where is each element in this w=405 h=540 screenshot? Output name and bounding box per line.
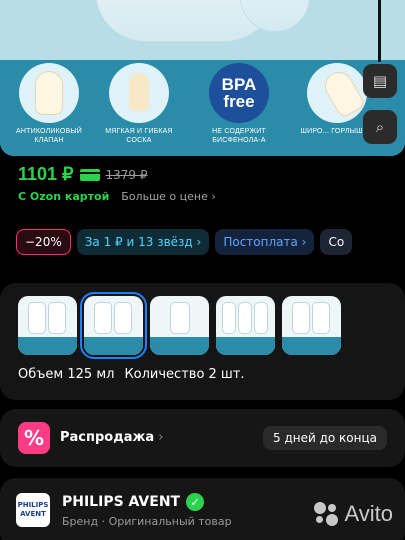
price-old: 1379 ₽ (105, 167, 148, 182)
valve-icon (19, 63, 79, 123)
free-label: free (223, 92, 255, 111)
logo-line-2: AVENT (20, 510, 46, 518)
brand-subtitle: Бренд · Оригинальный товар (62, 515, 232, 528)
price-row: 1101 ₽ 1379 ₽ (18, 164, 148, 185)
avito-watermark: Avito (312, 500, 393, 528)
variant-thumb-selected[interactable] (80, 292, 147, 359)
feature-bpa-free: BPA free НЕ СОДЕРЖИТ БИСФЕНОЛА-А (194, 63, 284, 145)
ozon-card-label: С Ozon картой (18, 190, 110, 203)
price-subline: С Ozon картой Больше о цене › (18, 190, 216, 203)
bottle-neck-icon (307, 63, 367, 123)
variant-thumb[interactable] (282, 296, 341, 355)
sale-title-text: Распродажа (60, 430, 155, 445)
logo-line-1: PHILIPS (17, 501, 49, 509)
verified-icon: ✓ (186, 493, 205, 511)
brand-name[interactable]: PHILIPS AVENT ✓ (62, 493, 205, 511)
bpa-label: BPA (221, 75, 257, 94)
teat-icon (109, 63, 169, 123)
price-current: 1101 ₽ (18, 164, 74, 184)
variant-thumb[interactable] (18, 296, 77, 355)
book-icon[interactable]: ▤ (363, 64, 397, 98)
feature-soft-teat: МЯГКАЯ И ГИБКАЯ СОСКА (94, 63, 184, 145)
more-about-price-link[interactable]: Больше о цене › (121, 190, 215, 203)
feature-caption: МЯГКАЯ И ГИБКАЯ СОСКА (105, 128, 173, 144)
offer-chips: −20% За 1 ₽ и 13 звёзд › Постоплата › Со (16, 229, 353, 255)
variant-thumb[interactable] (150, 296, 209, 355)
more-chip[interactable]: Со (320, 229, 353, 255)
product-image[interactable]: АНТИКОЛИКОВЫЙ КЛАПАН МЯГКАЯ И ГИБКАЯ СОС… (0, 0, 405, 156)
variant-description: Объем 125 мл Количество 2 шт. (18, 367, 245, 382)
card-icon (79, 168, 100, 181)
search-face-icon[interactable]: ⌕ (363, 110, 397, 144)
bpa-free-badge: BPA free (209, 63, 269, 123)
scroll-indicator (378, 0, 381, 62)
avito-wordmark: Avito (344, 501, 393, 526)
variant-thumbnails (18, 292, 341, 359)
feature-strip: АНТИКОЛИКОВЫЙ КЛАПАН МЯГКАЯ И ГИБКАЯ СОС… (0, 60, 405, 156)
sale-title[interactable]: Распродажа › (60, 430, 163, 445)
percent-icon: % (18, 422, 50, 454)
brand-name-text: PHILIPS AVENT (62, 494, 181, 510)
chevron-right-icon: › (158, 430, 164, 445)
brand-logo: PHILIPS AVENT (16, 493, 50, 527)
sale-days-badge: 5 дней до конца (263, 426, 387, 450)
feature-caption: НЕ СОДЕРЖИТ БИСФЕНОЛА-А (212, 128, 266, 144)
variant-quantity: Количество 2 шт. (124, 367, 245, 382)
variant-volume: Объем 125 мл (18, 367, 115, 382)
feature-caption: АНТИКОЛИКОВЫЙ КЛАПАН (16, 128, 82, 144)
stars-chip[interactable]: За 1 ₽ и 13 звёзд › (76, 229, 210, 255)
avito-logo-icon (312, 500, 340, 528)
postpay-chip[interactable]: Постоплата › (215, 229, 315, 255)
feature-anticolic: АНТИКОЛИКОВЫЙ КЛАПАН (4, 63, 94, 145)
discount-chip[interactable]: −20% (16, 229, 71, 255)
variant-thumb[interactable] (216, 296, 275, 355)
